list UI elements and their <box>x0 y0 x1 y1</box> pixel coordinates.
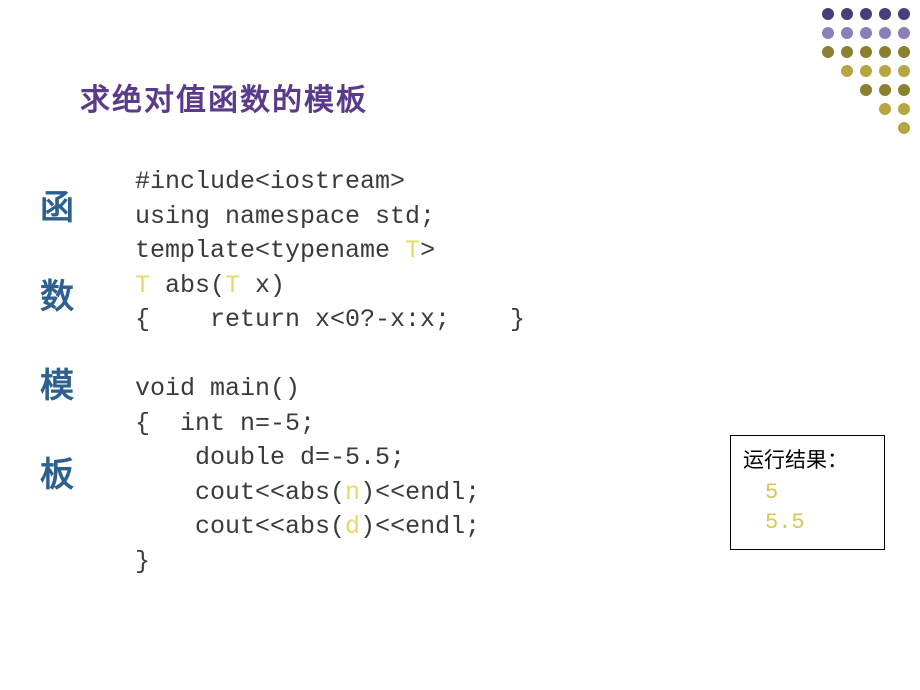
code-line: > <box>420 236 435 265</box>
code-line: abs( <box>150 271 225 300</box>
code-line: double d=-5.5; <box>135 443 405 472</box>
sidebar-char-1: 函 <box>40 180 74 229</box>
code-line: using namespace std; <box>135 202 435 231</box>
code-line: x) <box>240 271 285 300</box>
code-line: cout<<abs( <box>135 512 345 541</box>
code-block: #include<iostream> using namespace std; … <box>135 165 525 579</box>
result-label: 运行结果： <box>743 444 866 474</box>
slide-title: 求绝对值函数的模板 <box>80 75 368 119</box>
var-n: n <box>345 478 360 507</box>
decoration-dots <box>822 8 910 141</box>
code-line: { int n=-5; <box>135 409 315 438</box>
template-type-param: T <box>405 236 420 265</box>
sidebar-char-2: 数 <box>40 269 74 318</box>
sidebar-char-4: 板 <box>40 447 74 496</box>
return-type: T <box>135 271 150 300</box>
result-value-2: 5.5 <box>765 508 866 538</box>
sidebar-char-3: 模 <box>40 358 74 407</box>
code-line: template<typename <box>135 236 405 265</box>
code-line: )<<endl; <box>360 478 480 507</box>
code-line: void main() <box>135 374 300 403</box>
code-line: )<<endl; <box>360 512 480 541</box>
sidebar-vertical-label: 函 数 模 板 <box>40 180 74 496</box>
code-line: } <box>135 547 150 576</box>
code-line: #include<iostream> <box>135 167 405 196</box>
code-line: cout<<abs( <box>135 478 345 507</box>
code-line: { return x<0?-x:x; } <box>135 305 525 334</box>
output-result-box: 运行结果： 5 5.5 <box>730 435 885 550</box>
param-type: T <box>225 271 240 300</box>
var-d: d <box>345 512 360 541</box>
result-value-1: 5 <box>765 478 866 508</box>
